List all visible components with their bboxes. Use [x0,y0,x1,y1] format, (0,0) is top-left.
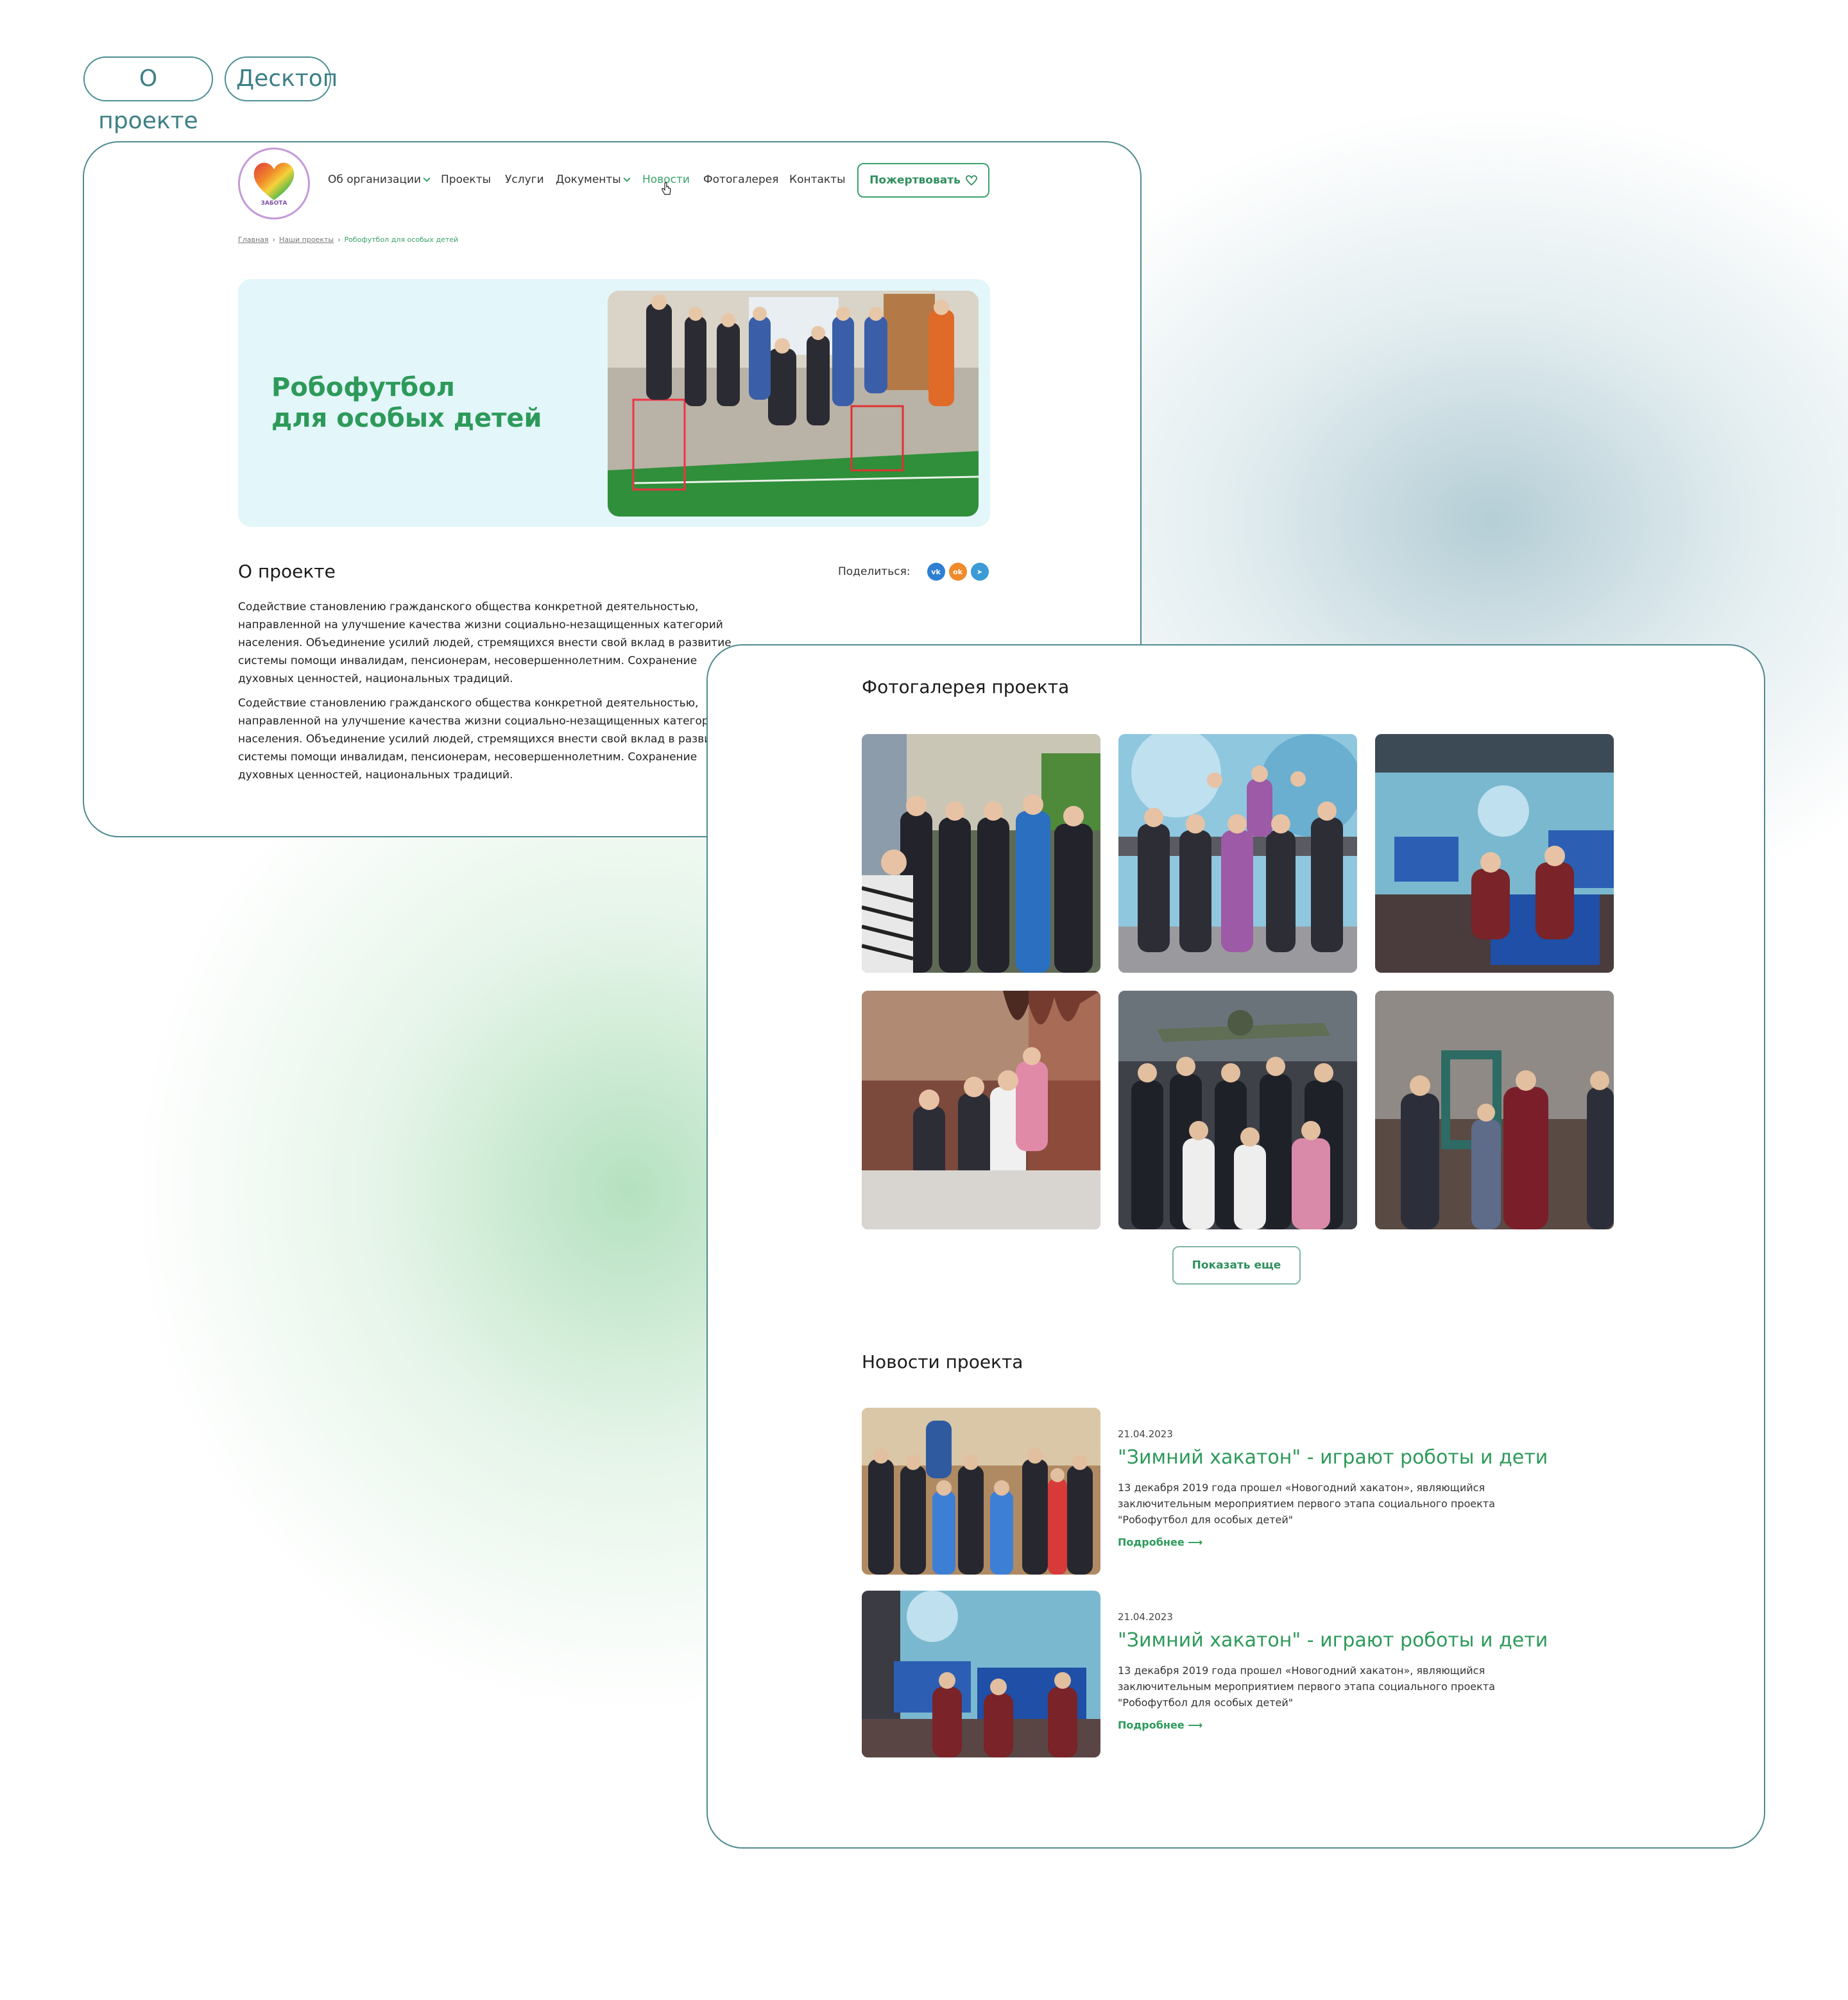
chevron-down-icon [623,175,631,182]
chevron-right-icon: › [338,235,341,244]
news-title[interactable]: "Зимний хакатон" - играют роботы и дети [1118,1446,1548,1469]
news-photo[interactable] [862,1408,1100,1575]
logo-text: ЗАБОТА [261,200,287,207]
donate-button[interactable]: Пожертвовать [857,163,989,198]
vk-icon[interactable]: vk [927,563,945,581]
news-title[interactable]: "Зимний хакатон" - играют роботы и дети [1118,1629,1548,1652]
breadcrumb: Главная › Наши проекты › Робофутбол для … [238,235,458,244]
nav-item-gallery[interactable]: Фотогалерея [703,173,779,186]
ok-icon[interactable]: ok [948,563,967,581]
news-read-more-link[interactable]: Подробнее ⟶ [1118,1719,1202,1731]
tag-desktop: Десктоп [225,56,338,101]
news-card[interactable]: 21.04.2023 "Зимний хакатон" - играют роб… [862,1591,1568,1757]
gallery-heading: Фотогалерея проекта [862,676,1070,697]
arrow-right-icon: ⟶ [1188,1719,1203,1731]
nav-item-documents[interactable]: Документы [556,173,631,186]
news-date: 21.04.2023 [1118,1428,1173,1440]
news-card[interactable]: 21.04.2023 "Зимний хакатон" - играют роб… [862,1408,1568,1575]
news-heading: Новости проекта [862,1351,1023,1372]
nav-item-about-org[interactable]: Об организации [328,173,431,186]
about-paragraph: Содействие становлению гражданского обще… [238,601,732,685]
gallery-photo[interactable] [862,991,1100,1229]
arrow-right-icon: ⟶ [1188,1536,1203,1548]
breadcrumb-current: Робофутбол для особых детей [344,235,459,244]
nav-item-services[interactable]: Услуги [505,173,544,186]
about-paragraph: Содействие становлению гражданского обще… [238,697,732,782]
gallery-photo[interactable] [1118,734,1357,973]
heart-icon [965,175,977,185]
gallery-photo[interactable] [1375,734,1614,973]
page-preview-gallery-news: Фотогалерея проекта Показать еще Новости… [706,644,1765,1849]
share-label: Поделиться: [838,565,911,578]
about-heading: О проекте [238,561,336,582]
breadcrumb-projects[interactable]: Наши проекты [279,235,334,244]
hero-banner: Робофутбол для особых детей [238,279,990,527]
nav-item-projects[interactable]: Проекты [441,173,491,186]
chevron-down-icon [423,175,431,182]
news-date: 21.04.2023 [1118,1611,1173,1623]
heart-logo-icon [253,162,295,200]
news-read-more-link[interactable]: Подробнее ⟶ [1118,1536,1202,1548]
page-title: Робофутбол для особых детей [271,373,542,433]
news-description: 13 декабря 2019 года прошел «Новогодний … [1118,1482,1495,1526]
share-bar: Поделиться: vk ok ➤ [838,563,989,581]
chevron-right-icon: › [272,235,275,244]
gallery-photo[interactable] [1118,991,1357,1229]
show-more-button[interactable]: Показать еще [1172,1246,1301,1285]
hand-cursor-icon [662,182,671,195]
telegram-icon[interactable]: ➤ [970,563,989,581]
donate-label: Пожертвовать [869,174,961,187]
logo[interactable]: ЗАБОТА [238,148,310,219]
hero-photo [608,291,979,517]
news-photo[interactable] [862,1591,1100,1757]
nav-item-contacts[interactable]: Контакты [789,173,846,186]
breadcrumb-home[interactable]: Главная [238,235,269,244]
tag-about: О проекте [83,56,213,134]
gallery-photo[interactable] [862,734,1100,973]
news-description: 13 декабря 2019 года прошел «Новогодний … [1118,1664,1495,1709]
gallery-photo[interactable] [1375,991,1614,1229]
